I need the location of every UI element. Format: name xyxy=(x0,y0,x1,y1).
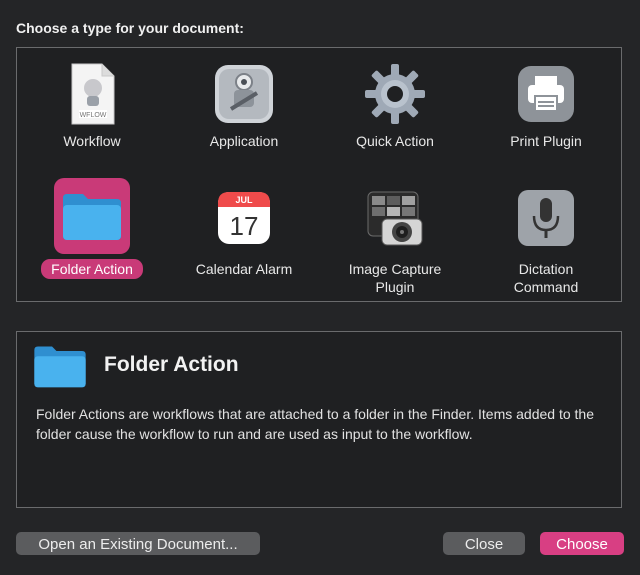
workflow-icon-text: WFLOW xyxy=(80,112,107,119)
gear-icon xyxy=(357,56,433,132)
open-existing-document-button[interactable]: Open an Existing Document... xyxy=(16,532,260,555)
document-type-grid: WFLOW Workflow Application Quick Action … xyxy=(16,47,622,302)
microphone-icon xyxy=(508,180,584,256)
type-label: Image Capture Plugin xyxy=(348,261,442,295)
folder-icon xyxy=(32,343,88,394)
automator-robot-icon xyxy=(206,56,282,132)
type-tile-print-plugin[interactable]: Print Plugin xyxy=(471,48,621,168)
dialog-heading: Choose a type for your document: xyxy=(16,20,244,36)
workflow-document-icon: WFLOW xyxy=(54,56,130,132)
type-label: Application xyxy=(209,133,279,149)
description-panel: Folder Action Folder Actions are workflo… xyxy=(16,331,622,508)
close-button[interactable]: Close xyxy=(443,532,525,555)
choose-button[interactable]: Choose xyxy=(540,532,624,555)
type-tile-application[interactable]: Application xyxy=(169,48,319,168)
type-label: Calendar Alarm xyxy=(195,261,293,277)
calendar-icon: JUL 17 xyxy=(206,180,282,256)
type-label: Print Plugin xyxy=(510,133,582,149)
type-tile-calendar-alarm[interactable]: JUL 17 Calendar Alarm xyxy=(169,176,319,296)
type-tile-quick-action[interactable]: Quick Action xyxy=(320,48,470,168)
type-label: Dictation Command xyxy=(513,261,579,295)
type-label: Folder Action xyxy=(17,259,167,279)
type-tile-folder-action[interactable]: Folder Action xyxy=(17,176,167,296)
calendar-month: JUL xyxy=(235,195,253,205)
folder-icon xyxy=(54,178,130,254)
type-tile-dictation-command[interactable]: Dictation Command xyxy=(471,176,621,296)
calendar-day: 17 xyxy=(230,211,259,241)
description-title: Folder Action xyxy=(104,353,239,376)
type-label: Workflow xyxy=(63,133,121,149)
camera-photos-icon xyxy=(357,180,433,256)
type-tile-image-capture-plugin[interactable]: Image Capture Plugin xyxy=(320,176,470,296)
type-tile-workflow[interactable]: WFLOW Workflow xyxy=(17,48,167,168)
description-text: Folder Actions are workflows that are at… xyxy=(36,406,594,442)
printer-icon xyxy=(508,56,584,132)
type-label: Quick Action xyxy=(356,133,434,149)
